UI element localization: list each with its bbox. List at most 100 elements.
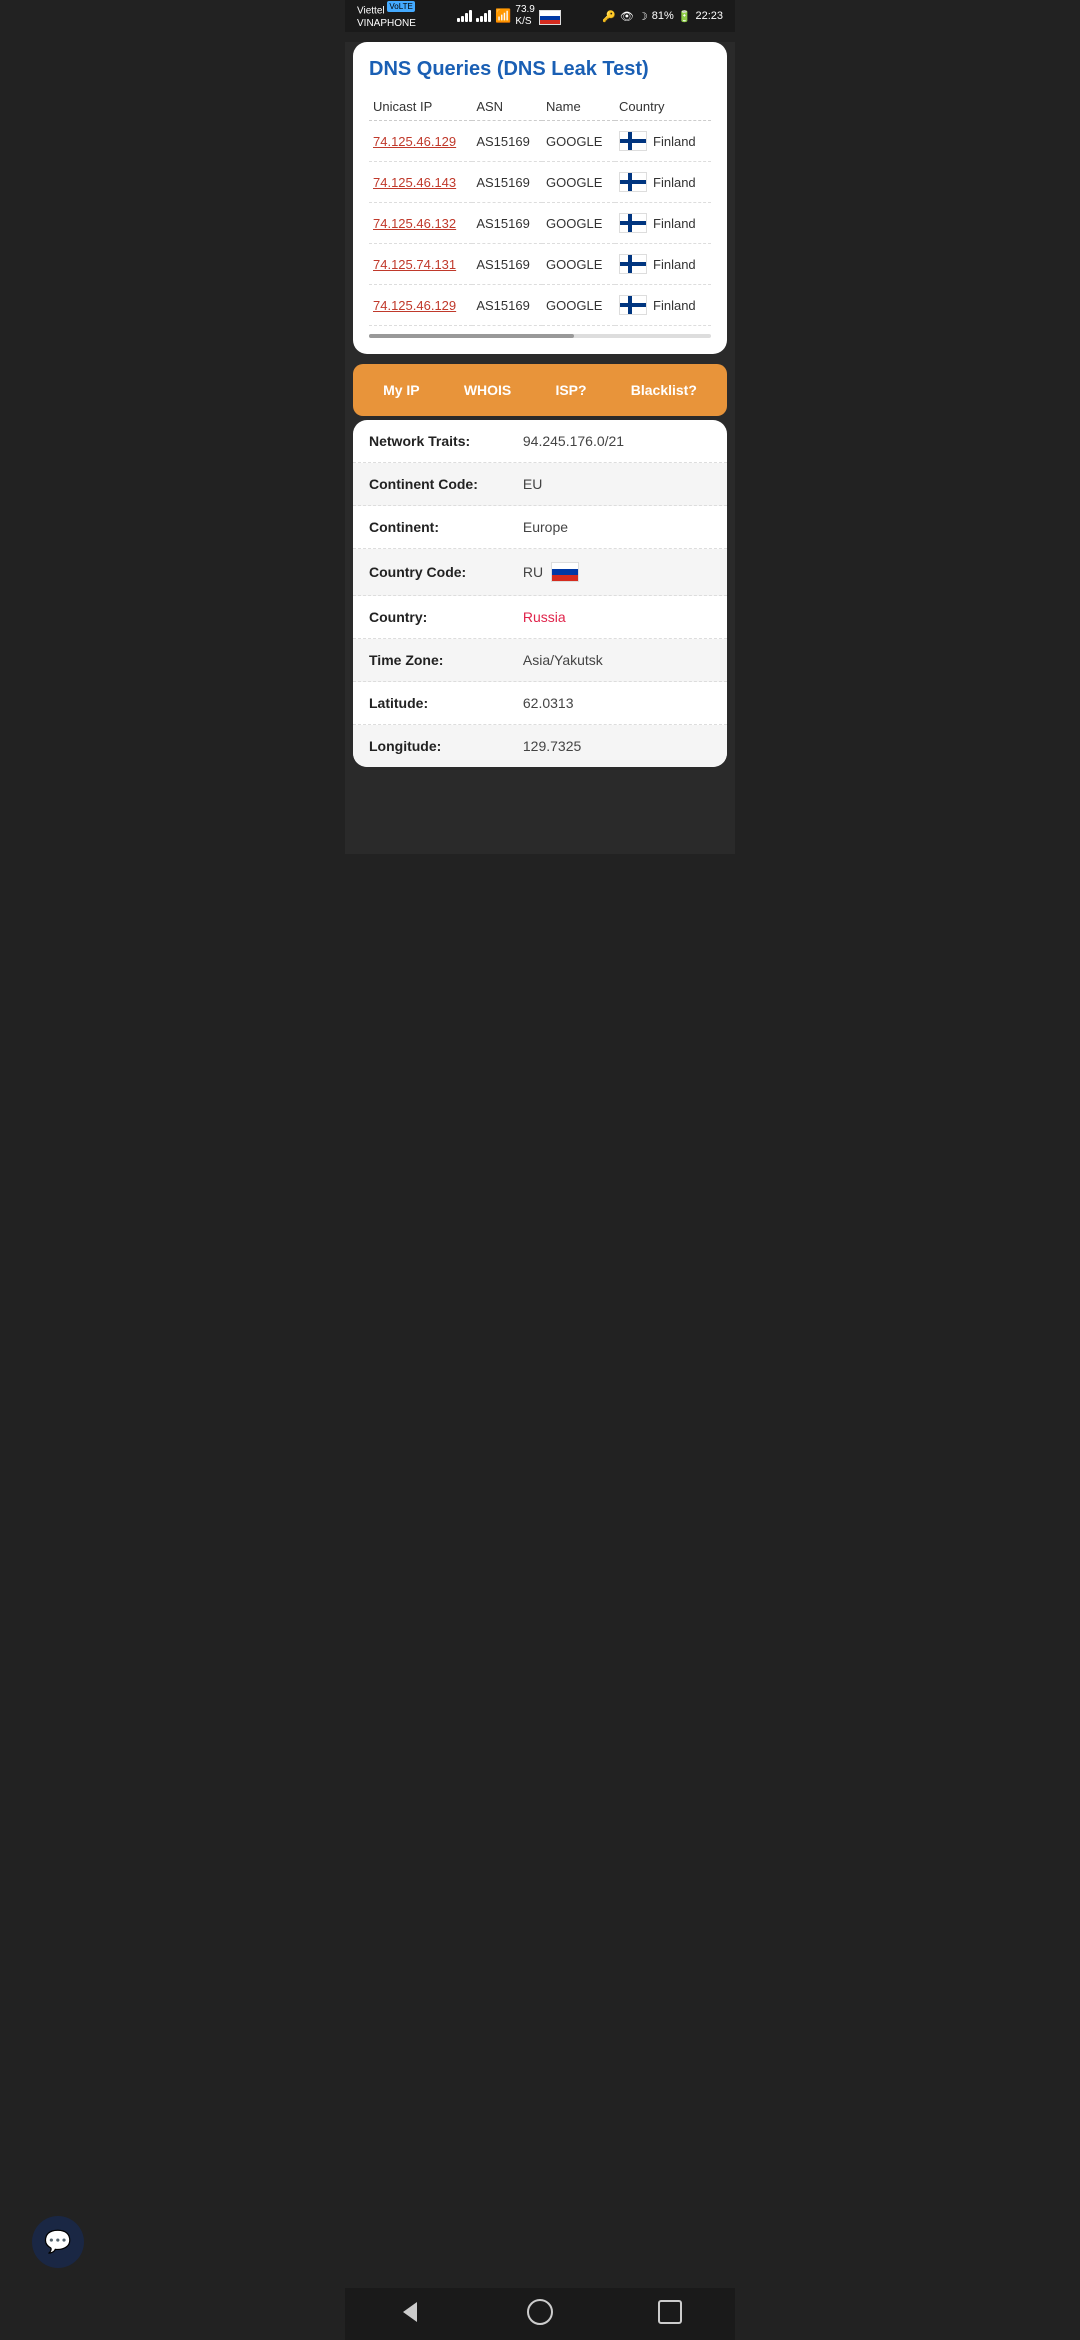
info-row: Network Traits: 94.245.176.0/21 <box>353 420 727 463</box>
tab-my-ip[interactable]: My IP <box>375 378 428 402</box>
info-label: Continent: <box>369 519 523 535</box>
dns-table: Unicast IP ASN Name Country 74.125.46.12… <box>369 93 711 326</box>
info-value: 94.245.176.0/21 <box>523 433 711 449</box>
key-icon: 🔑 <box>602 10 616 23</box>
info-card: Network Traits: 94.245.176.0/21 Continen… <box>353 420 727 767</box>
system-icons: 🔑 👁 ☽ 81% 🔋 22:23 <box>602 10 723 23</box>
info-label: Country Code: <box>369 564 523 580</box>
scroll-indicator <box>369 334 711 338</box>
home-button[interactable] <box>520 2297 560 2327</box>
ip-link[interactable]: 74.125.46.132 <box>373 216 456 231</box>
flag-finland-icon <box>619 295 647 315</box>
tab-whois[interactable]: WHOIS <box>456 378 519 402</box>
name-cell: GOOGLE <box>542 285 615 326</box>
info-value: 129.7325 <box>523 738 711 754</box>
country-cell: Finland <box>615 162 711 203</box>
asn-cell: AS15169 <box>472 162 542 203</box>
info-label: Network Traits: <box>369 433 523 449</box>
time-display: 22:23 <box>695 10 723 22</box>
ip-link[interactable]: 74.125.46.129 <box>373 134 456 149</box>
col-header-asn: ASN <box>472 93 542 121</box>
info-row: Country Code: RU <box>353 549 727 596</box>
ip-cell[interactable]: 74.125.46.129 <box>369 121 472 162</box>
back-button[interactable] <box>390 2297 430 2327</box>
info-row: Time Zone: Asia/Yakutsk <box>353 639 727 682</box>
table-row: 74.125.46.143 AS15169 GOOGLE Finland <box>369 162 711 203</box>
nav-bar <box>345 2288 735 2340</box>
info-value: Europe <box>523 519 711 535</box>
country-name: Finland <box>653 134 696 149</box>
info-row: Country: Russia <box>353 596 727 639</box>
info-row: Continent: Europe <box>353 506 727 549</box>
signal-icon-1 <box>457 10 472 22</box>
asn-cell: AS15169 <box>472 244 542 285</box>
col-header-name: Name <box>542 93 615 121</box>
info-row: Longitude: 129.7325 <box>353 725 727 767</box>
info-label: Latitude: <box>369 695 523 711</box>
info-label: Time Zone: <box>369 652 523 668</box>
ru-code: RU <box>523 564 543 580</box>
info-row: Latitude: 62.0313 <box>353 682 727 725</box>
name-cell: GOOGLE <box>542 121 615 162</box>
status-bar: Viettel VoLTE VINAPHONE 📶 73.9 K/S <box>345 0 735 32</box>
country-cell: Finland <box>615 203 711 244</box>
asn-cell: AS15169 <box>472 285 542 326</box>
tab-isp[interactable]: ISP? <box>547 378 594 402</box>
ip-cell[interactable]: 74.125.46.143 <box>369 162 472 203</box>
country-cell: Finland <box>615 244 711 285</box>
info-value: EU <box>523 476 711 492</box>
col-header-country: Country <box>615 93 711 121</box>
ip-cell[interactable]: 74.125.74.131 <box>369 244 472 285</box>
name-cell: GOOGLE <box>542 244 615 285</box>
carrier-info: Viettel VoLTE VINAPHONE <box>357 2 416 29</box>
country-cell: Finland <box>615 121 711 162</box>
country-cell: Finland <box>615 285 711 326</box>
info-value: 62.0313 <box>523 695 711 711</box>
table-row: 74.125.46.129 AS15169 GOOGLE Finland <box>369 121 711 162</box>
country-name: Finland <box>653 257 696 272</box>
battery-value: 81% <box>652 10 674 22</box>
carrier-name: Viettel VoLTE <box>357 2 416 17</box>
info-row: Continent Code: EU <box>353 463 727 506</box>
flag-finland-icon <box>619 213 647 233</box>
col-header-ip: Unicast IP <box>369 93 472 121</box>
flag-finland-icon <box>619 254 647 274</box>
signal-speed: 📶 73.9 K/S <box>457 4 561 28</box>
info-label: Longitude: <box>369 738 523 754</box>
recents-button[interactable] <box>650 2297 690 2327</box>
scroll-thumb <box>369 334 574 338</box>
country-code-value: RU <box>523 562 711 582</box>
info-label: Continent Code: <box>369 476 523 492</box>
table-row: 74.125.74.131 AS15169 GOOGLE Finland <box>369 244 711 285</box>
flag-russia-icon <box>551 562 579 582</box>
name-cell: GOOGLE <box>542 203 615 244</box>
dns-card: DNS Queries (DNS Leak Test) Unicast IP A… <box>353 42 727 354</box>
table-header-row: Unicast IP ASN Name Country <box>369 93 711 121</box>
chat-button[interactable]: 💬 <box>32 2216 84 2268</box>
ip-link[interactable]: 74.125.46.143 <box>373 175 456 190</box>
ip-link[interactable]: 74.125.46.129 <box>373 298 456 313</box>
flag-finland-icon <box>619 172 647 192</box>
flag-ru-small <box>539 7 561 26</box>
asn-cell: AS15169 <box>472 203 542 244</box>
table-row: 74.125.46.132 AS15169 GOOGLE Finland <box>369 203 711 244</box>
name-cell: GOOGLE <box>542 162 615 203</box>
table-row: 74.125.46.129 AS15169 GOOGLE Finland <box>369 285 711 326</box>
wifi-icon: 📶 <box>495 8 511 24</box>
info-label: Country: <box>369 609 523 625</box>
ip-cell[interactable]: 74.125.46.129 <box>369 285 472 326</box>
dns-card-title: DNS Queries (DNS Leak Test) <box>369 58 711 81</box>
main-content: DNS Queries (DNS Leak Test) Unicast IP A… <box>345 42 735 854</box>
country-name: Finland <box>653 298 696 313</box>
speed-value: 73.9 K/S <box>515 4 534 28</box>
asn-cell: AS15169 <box>472 121 542 162</box>
ip-cell[interactable]: 74.125.46.132 <box>369 203 472 244</box>
flag-finland-icon <box>619 131 647 151</box>
nav-tabs[interactable]: My IP WHOIS ISP? Blacklist? <box>353 364 727 416</box>
tab-blacklist[interactable]: Blacklist? <box>623 378 705 402</box>
chat-icon: 💬 <box>44 2229 71 2255</box>
signal-icon-2 <box>476 10 491 22</box>
country-name: Finland <box>653 175 696 190</box>
ip-link[interactable]: 74.125.74.131 <box>373 257 456 272</box>
country-value: Russia <box>523 609 711 625</box>
